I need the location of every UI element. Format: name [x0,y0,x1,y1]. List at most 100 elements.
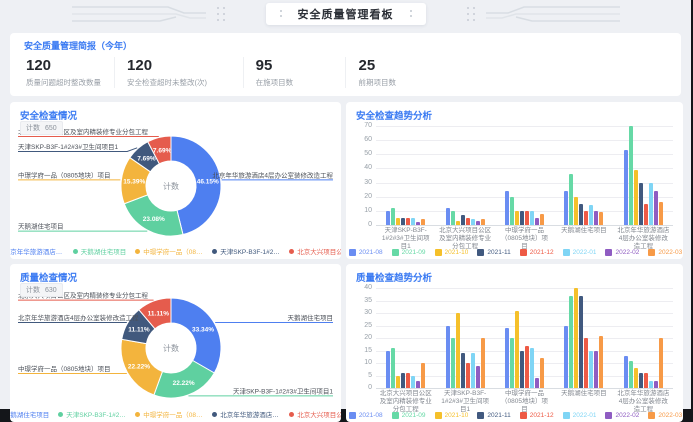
bar-2021-09 [629,361,633,389]
x-axis-label: 天鹅湖住宅项目 [554,388,613,414]
stat-value: 120 [127,57,231,74]
legend-square-icon [392,412,399,419]
safety-pie-legend: 北京年华旅游酒店4层办公室装修改造工程天鹅湖住宅项目中璟学府一品（0805地块）… [16,246,337,256]
slice-callout-label: 天鹅湖住宅项目 [18,222,64,231]
legend-item[interactable]: 2021-10 [435,249,469,256]
slice-percent-label: 22.22% [173,380,195,387]
legend-item[interactable]: 2022-01 [563,249,597,256]
x-axis-labels: 北京大兴项目公区及室内精装修专业分包工程天津SKP-B3F-1#2#3#卫生间项… [376,388,673,414]
legend-item[interactable]: 2021-10 [435,412,469,419]
bar-2021-10 [396,376,400,389]
bar-2022-03 [599,336,603,389]
legend-item[interactable]: 2021-12 [520,249,554,256]
legend-square-icon [563,412,570,419]
bar-2021-12 [406,218,410,225]
bar-2022-03 [481,338,485,388]
bar-2022-01 [530,348,534,388]
bar-2022-01 [589,205,593,225]
legend-label: 天鹅湖住宅项目 [81,246,127,256]
legend-dot-icon [289,412,294,417]
legend-item[interactable]: 2022-03 [648,249,682,256]
legend-item[interactable]: 天鹅湖住宅项目 [73,246,127,256]
bar-group [376,288,435,388]
legend-item[interactable]: 2021-11 [477,249,510,256]
bar-2021-08 [505,328,509,388]
panel-title: 质量检查情况 [20,270,77,284]
bar-2021-12 [525,211,529,225]
bar-2022-02 [476,366,480,389]
legend-square-icon [563,249,570,256]
count-badge: 计数 630 [20,283,63,297]
bar-plot-area [376,288,673,388]
y-axis-label: 20 [356,193,372,200]
legend-item[interactable]: 北京大兴项目公区及室内精装修专业分包工程 [289,409,341,419]
legend-item[interactable]: 2021-12 [520,412,554,419]
bar-2022-01 [411,376,415,389]
slice-callout-label: 中璟学府一品（0805地块）项目 [18,364,110,373]
slice-percent-label: 15.39% [123,179,145,186]
x-axis-label: 天鹅湖住宅项目 [554,225,613,251]
bar-2021-11 [639,183,643,225]
donut-slice[interactable] [171,298,221,373]
stat-value: 25 [358,57,655,74]
bar-group [554,126,613,225]
summary-title: 安全质量管理简报（今年） [24,39,667,52]
panel-quality-trend: 质量检查趋势分析 0510152025303540北京大兴项目公区及室内精装修专… [346,264,683,422]
x-axis-label: 北京大兴项目公区及室内精装修专业分包工程 [435,225,494,251]
bar-2021-10 [515,211,519,225]
legend-item[interactable]: 2021-09 [392,412,426,419]
legend-dot-icon [58,412,63,417]
count-badge-label: 计数 [26,285,40,295]
bar-2021-09 [451,338,455,388]
legend-item[interactable]: 天津SKP-B3F-1#2#3#卫生间项目1 [212,246,280,256]
legend-item[interactable]: 2021-09 [392,249,426,256]
safety-trend-legend: 2021-08 2021-09 2021-10 2021-11 2021-12 2022-… [352,249,679,256]
legend-item[interactable]: 2021-11 [477,412,510,419]
legend-item[interactable]: 2022-03 [648,412,682,419]
legend-item[interactable]: 中璟学府一品（0805地块）项目 [135,246,203,256]
bar-2021-10 [456,313,460,388]
quality-trend-legend: 2021-08 2021-09 2021-10 2021-11 2021-12 2022-… [352,412,679,419]
bar-group [614,126,673,225]
legend-label: 中璟学府一品（0805地块）项目 [143,246,203,256]
legend-item[interactable]: 天鹅湖住宅项目 [10,409,49,419]
legend-item[interactable]: 北京年华旅游酒店4层办公室装修改造工程 [212,409,280,419]
y-axis-label: 20 [356,334,372,341]
slice-callout-label: 北京年华旅游酒店4层办公室装修改造工程 [212,170,333,179]
count-badge: 计数 650 [20,121,63,135]
legend-label: 天鹅湖住宅项目 [10,409,49,419]
legend-item[interactable]: 中璟学府一品（0805地块）项目 [135,409,203,419]
legend-item[interactable]: 北京年华旅游酒店4层办公室装修改造工程 [10,246,64,256]
slice-callout-label: 天津SKP-B3F-1#2#3#卫生间项目1 [233,386,333,395]
panel-grid: 安全检查情况 计数 650 46.15%23.08%15.39%7.69%7.6… [10,102,681,422]
stat-value: 120 [26,57,102,74]
legend-item[interactable]: 2021-08 [349,249,383,256]
legend-item[interactable]: 2022-01 [563,412,597,419]
bar-2021-09 [569,296,573,389]
legend-item[interactable]: 2021-08 [349,412,383,419]
bar-2021-12 [584,211,588,225]
x-axis-label: 北京大兴项目公区及室内精装修专业分包工程 [376,388,435,414]
bar-2022-02 [416,381,420,389]
legend-square-icon [435,249,442,256]
bar-2022-01 [649,183,653,225]
legend-label: 2021-11 [487,249,510,256]
legend-item[interactable]: 北京大兴项目公区及室内精装修专业分包工程 [289,246,341,256]
quality-pie-legend: 天鹅湖住宅项目天津SKP-B3F-1#2#3#卫生间项目1中璟学府一品（0805… [16,409,337,419]
bar-2021-11 [461,215,465,225]
legend-item[interactable]: 天津SKP-B3F-1#2#3#卫生间项目1 [58,409,126,419]
legend-item[interactable]: 2022-02 [605,249,639,256]
bar-2021-09 [391,208,395,225]
legend-square-icon [477,412,484,419]
bar-2021-08 [564,326,568,389]
circuit-decoration-left [72,3,242,25]
bar-2021-09 [451,211,455,225]
legend-label: 2021-12 [530,412,554,419]
y-axis-label: 70 [356,122,372,129]
bar-group [435,288,494,388]
bar-group [614,288,673,388]
slice-percent-label: 11.11% [148,310,170,317]
stat-label: 前期项目数 [358,77,655,88]
legend-item[interactable]: 2022-02 [605,412,639,419]
bar-2021-11 [579,204,583,225]
